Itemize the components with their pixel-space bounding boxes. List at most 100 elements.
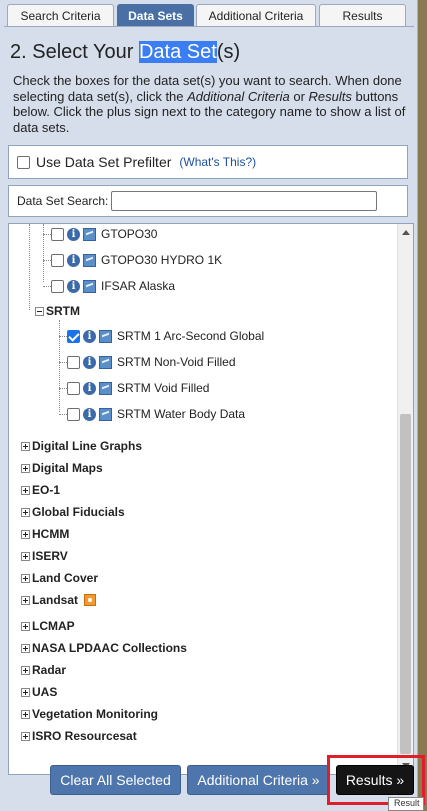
expand-plus-icon[interactable]	[21, 665, 30, 675]
dataset-row[interactable]: i SRTM Void Filled	[67, 378, 209, 398]
tab-search-criteria[interactable]: Search Criteria	[7, 4, 114, 26]
category-row[interactable]: Digital Line Graphs	[21, 436, 142, 456]
expand-plus-icon[interactable]	[21, 463, 30, 473]
prefilter-label: Use Data Set Prefilter	[36, 154, 172, 170]
category-row[interactable]: Land Cover	[21, 568, 98, 588]
dataset-checkbox[interactable]	[51, 279, 64, 293]
map-preview-icon[interactable]	[83, 279, 96, 293]
dataset-checkbox[interactable]	[67, 381, 80, 395]
tab-data-sets[interactable]: Data Sets	[117, 4, 194, 27]
tree-connector	[43, 260, 51, 261]
category-label: Landsat	[32, 593, 79, 607]
dataset-checkbox[interactable]	[51, 253, 64, 267]
category-label: LCMAP	[32, 619, 75, 633]
dataset-search-box: Data Set Search:	[8, 185, 408, 217]
map-preview-icon[interactable]	[99, 329, 112, 343]
tree-connector	[43, 286, 51, 287]
category-label: HCMM	[32, 527, 70, 541]
info-icon[interactable]: i	[83, 329, 96, 343]
info-icon[interactable]: i	[83, 355, 96, 369]
dataset-label: GTOPO30	[101, 227, 158, 241]
expand-plus-icon[interactable]	[21, 621, 30, 631]
tree-connector	[43, 234, 51, 235]
category-srtm[interactable]: SRTM	[35, 301, 80, 321]
expand-plus-icon[interactable]	[21, 507, 30, 517]
tab-additional-criteria[interactable]: Additional Criteria	[196, 4, 316, 26]
expand-plus-icon[interactable]	[21, 485, 30, 495]
rss-feed-icon[interactable]	[84, 594, 97, 606]
expand-plus-icon[interactable]	[21, 573, 30, 583]
tree-connector	[59, 336, 67, 337]
info-icon[interactable]: i	[83, 407, 96, 421]
info-icon[interactable]: i	[67, 227, 80, 241]
dataset-row[interactable]: i SRTM 1 Arc-Second Global	[67, 326, 264, 346]
category-row[interactable]: Global Fiducials	[21, 502, 125, 522]
dataset-checkbox[interactable]	[67, 355, 80, 369]
category-label: Global Fiducials	[32, 505, 125, 519]
category-label: SRTM	[46, 304, 80, 318]
expand-plus-icon[interactable]	[21, 709, 30, 719]
dataset-row[interactable]: i GTOPO30	[51, 224, 157, 244]
category-label: Digital Maps	[32, 461, 103, 475]
expand-plus-icon[interactable]	[21, 441, 30, 451]
whats-this-link[interactable]: (What's This?)	[179, 155, 256, 169]
map-preview-icon[interactable]	[83, 227, 96, 241]
category-row[interactable]: EO-1	[21, 480, 60, 500]
category-row[interactable]: ISERV	[21, 546, 68, 566]
expand-plus-icon[interactable]	[21, 643, 30, 653]
category-row[interactable]: NASA LPDAAC Collections	[21, 638, 187, 658]
tab-results[interactable]: Results	[319, 4, 406, 26]
additional-criteria-button[interactable]: Additional Criteria »	[187, 765, 330, 795]
map-preview-icon[interactable]	[99, 355, 112, 369]
dataset-checkbox[interactable]	[51, 227, 64, 241]
dataset-row[interactable]: i SRTM Water Body Data	[67, 404, 245, 424]
search-panel: Search Criteria Data Sets Additional Cri…	[0, 0, 418, 811]
info-icon[interactable]: i	[83, 381, 96, 395]
expand-plus-icon[interactable]	[21, 687, 30, 697]
expand-plus-icon[interactable]	[21, 551, 30, 561]
dataset-label: GTOPO30 HYDRO 1K	[101, 253, 223, 267]
tree-connector	[29, 224, 30, 310]
data-sets-content: 2. Select Your Data Set(s) Check the box…	[4, 26, 414, 775]
prefilter-checkbox[interactable]	[17, 155, 30, 169]
dataset-checkbox[interactable]	[67, 329, 80, 343]
dataset-tree: i GTOPO30 i GTOPO30 HYDRO 1K i IFSAR Alaska SR…	[8, 223, 414, 775]
dataset-row[interactable]: i GTOPO30 HYDRO 1K	[51, 250, 222, 270]
tree-connector	[43, 224, 44, 282]
category-label: ISRO Resourcesat	[32, 729, 137, 743]
page-title: 2. Select Your Data Set(s)	[10, 41, 241, 63]
dataset-checkbox[interactable]	[67, 407, 80, 421]
map-preview-icon[interactable]	[99, 407, 112, 421]
scroll-up-arrow-icon[interactable]	[402, 230, 410, 235]
category-row[interactable]: Radar	[21, 660, 66, 680]
collapse-icon[interactable]	[35, 306, 44, 316]
expand-plus-icon[interactable]	[21, 595, 30, 605]
category-row[interactable]: Digital Maps	[21, 458, 103, 478]
dataset-row[interactable]: i SRTM Non-Void Filled	[67, 352, 236, 372]
tree-connector	[59, 414, 67, 415]
dataset-row[interactable]: i IFSAR Alaska	[51, 276, 175, 296]
info-icon[interactable]: i	[67, 253, 80, 267]
expand-plus-icon[interactable]	[21, 529, 30, 539]
dataset-label: SRTM Water Body Data	[117, 407, 246, 421]
category-row[interactable]: LCMAP	[21, 616, 75, 636]
tree-scrollbar[interactable]	[397, 224, 413, 774]
scrollbar-thumb[interactable]	[400, 414, 411, 754]
category-row[interactable]: UAS	[21, 682, 57, 702]
dataset-label: SRTM Void Filled	[117, 381, 210, 395]
category-row[interactable]: HCMM	[21, 524, 69, 544]
category-label: Land Cover	[32, 571, 99, 585]
category-label: Radar	[32, 663, 67, 677]
category-row[interactable]: Landsat	[21, 590, 97, 610]
instructions-text: Check the boxes for the data set(s) you …	[13, 73, 406, 135]
category-label: Vegetation Monitoring	[32, 707, 158, 721]
expand-plus-icon[interactable]	[21, 731, 30, 741]
map-preview-icon[interactable]	[99, 381, 112, 395]
info-icon[interactable]: i	[67, 279, 80, 293]
category-row[interactable]: Vegetation Monitoring	[21, 704, 158, 724]
category-row[interactable]: ISRO Resourcesat	[21, 726, 137, 746]
clear-all-selected-button[interactable]: Clear All Selected	[50, 765, 181, 795]
dataset-search-input[interactable]	[111, 191, 378, 211]
map-preview-icon[interactable]	[83, 253, 96, 267]
dataset-label: SRTM Non-Void Filled	[117, 355, 236, 369]
